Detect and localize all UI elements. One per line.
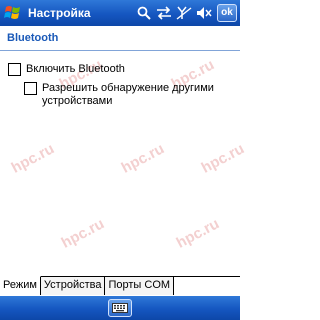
page-title: Bluetooth — [7, 32, 59, 44]
watermark: hpc.ru — [198, 140, 248, 177]
discoverable-label[interactable]: Разрешить обнаружение другими устройства… — [42, 82, 234, 108]
enable-bluetooth-label[interactable]: Включить Bluetooth — [26, 63, 125, 76]
no-signal-icon[interactable] — [175, 4, 193, 22]
watermark: hpc.ru — [118, 140, 168, 177]
keyboard-button[interactable] — [108, 299, 132, 317]
watermark: hpc.ru — [58, 215, 108, 252]
keyboard-icon — [112, 303, 128, 313]
enable-bluetooth-checkbox[interactable] — [8, 63, 21, 76]
discoverable-row[interactable]: Разрешить обнаружение другими устройства… — [24, 82, 234, 108]
watermark: hpc.ru — [8, 140, 58, 177]
tab-mode[interactable]: Режим — [0, 276, 41, 295]
connectivity-icon[interactable] — [155, 4, 173, 22]
watermark: hpc.ru — [173, 215, 223, 252]
search-icon[interactable] — [135, 4, 153, 22]
title-bar: Настройка ok — [0, 0, 240, 26]
tab-com-ports[interactable]: Порты COM — [105, 277, 175, 295]
header-divider — [0, 50, 240, 51]
tab-devices[interactable]: Устройства — [40, 277, 106, 295]
windows-logo-icon — [4, 6, 20, 19]
volume-icon[interactable] — [195, 4, 213, 22]
discoverable-checkbox[interactable] — [24, 82, 37, 95]
menu-bar — [0, 296, 240, 320]
start-button[interactable] — [0, 0, 26, 26]
tab-bar: Режим Устройства Порты COM — [0, 276, 240, 295]
ok-button[interactable]: ok — [217, 4, 237, 22]
enable-bluetooth-row[interactable]: Включить Bluetooth — [8, 63, 125, 76]
app-title: Настройка — [28, 6, 91, 20]
system-tray: ok — [135, 0, 240, 26]
